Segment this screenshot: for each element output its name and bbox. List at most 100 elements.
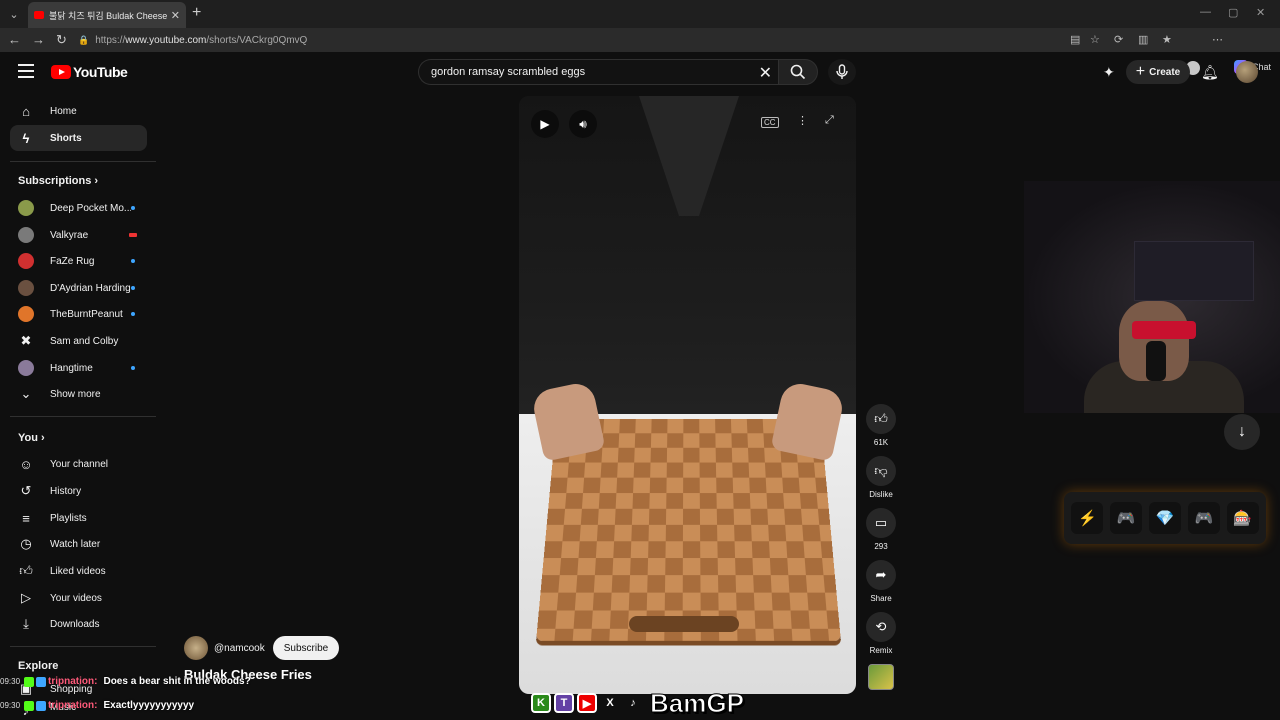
sidebar-item-subscription[interactable]: ✖ Sam and Colby <box>10 328 147 354</box>
you-heading[interactable]: You › <box>18 432 45 444</box>
studio-icon[interactable]: ✦ <box>1103 64 1115 81</box>
kick-badge-icon <box>24 676 35 687</box>
next-short-button[interactable]: ↓ <box>1224 414 1260 450</box>
subscribe-button[interactable]: Subscribe <box>272 636 340 660</box>
fullscreen-icon[interactable]: ⤢ <box>825 114 834 127</box>
diamond-emote-icon: 💎 <box>1148 502 1181 534</box>
short-video-player[interactable]: ▶ 🔊︎ CC ⋮ ⤢ <box>519 96 856 694</box>
sidebar-divider <box>10 161 156 162</box>
remix-icon: ⟲ <box>866 612 896 642</box>
chevron-right-icon: › <box>94 175 99 187</box>
your-videos-icon: ▷ <box>21 590 31 605</box>
create-label: Create <box>1149 66 1181 78</box>
sidebar-item-subscription[interactable]: Deep Pocket Mo... <box>10 195 147 221</box>
subscriptions-heading[interactable]: Subscriptions › <box>18 175 98 187</box>
back-icon[interactable]: ← <box>8 32 21 47</box>
search-button[interactable] <box>778 59 818 85</box>
forward-icon[interactable]: → <box>32 32 45 47</box>
sidebar-item-label: FaZe Rug <box>50 255 95 267</box>
tab-actions-icon[interactable]: ⌄ <box>4 4 24 24</box>
favorite-star-icon[interactable]: ☆ <box>1090 33 1100 46</box>
chat-time: 09:30 <box>0 701 21 710</box>
extensions-icon[interactable]: ⟳ <box>1114 33 1123 46</box>
chat-username: tripnation: <box>48 676 98 687</box>
webcam-bandana <box>1132 321 1196 339</box>
new-content-dot <box>131 312 135 316</box>
new-tab-icon[interactable]: + <box>192 4 201 22</box>
kick-icon: K <box>531 693 551 713</box>
channel-avatar <box>18 253 34 269</box>
arrow-down-icon: ↓ <box>1238 423 1246 440</box>
controller-emote-icon: 🎮 <box>1110 502 1143 534</box>
favorites-icon[interactable]: ★ <box>1162 33 1172 46</box>
new-content-dot <box>131 206 135 210</box>
reader-icon[interactable]: ▤ <box>1070 33 1080 46</box>
sidebar-item-your-channel[interactable]: ☺ Your channel <box>10 451 147 477</box>
new-content-dot <box>131 366 135 370</box>
sidebar-item-label: Watch later <box>50 538 101 550</box>
live-indicator-icon <box>129 233 137 237</box>
like-count: 61K <box>873 438 889 447</box>
emote-bar-overlay: ⚡ 🎮 💎 🎮 🎰 <box>1064 492 1266 544</box>
sidebar-item-subscription[interactable]: TheBurntPeanut <box>10 301 147 327</box>
notifications-bell-icon[interactable]: 🔔︎ <box>1201 64 1219 81</box>
sidebar-item-subscription[interactable]: Valkyrae <box>10 222 147 248</box>
url-path: /shorts/VACkrg0QmvQ <box>206 34 308 46</box>
remix-button[interactable]: ⟲ Remix <box>864 612 898 655</box>
sidebar-item-label: Home <box>50 105 77 117</box>
sidebar-item-label: Shorts <box>50 132 82 144</box>
share-button[interactable]: ➦ Share <box>864 560 898 603</box>
channel-handle[interactable]: @namcook <box>214 643 265 654</box>
more-options-icon[interactable]: ⋮ <box>797 114 808 127</box>
voice-search-button[interactable] <box>828 59 856 85</box>
twitch-icon: T <box>554 693 574 713</box>
comments-button[interactable]: ▭ 293 <box>864 508 898 551</box>
sidebar-item-history[interactable]: ↺ History <box>10 478 147 504</box>
sidebar-item-subscription[interactable]: Hangtime <box>10 355 147 381</box>
refresh-icon[interactable]: ↻ <box>56 32 67 48</box>
dislike-button[interactable]: 👎︎ Dislike <box>864 456 898 499</box>
sidebar-item-shorts[interactable]: ϟ Shorts <box>10 125 147 151</box>
sidebar-item-label: Valkyrae <box>50 229 89 241</box>
maximize-icon[interactable]: ▢ <box>1228 6 1238 19</box>
sidebar-item-liked-videos[interactable]: 👍︎ Liked videos <box>10 558 147 584</box>
youtube-header: YouTube gordon ramsay scrambled eggs ✕ ✦… <box>0 52 1280 92</box>
channel-avatar[interactable] <box>184 636 208 660</box>
volume-icon[interactable]: 🔊︎ <box>569 110 597 138</box>
youtube-play-icon <box>51 65 71 79</box>
sidebar-item-downloads[interactable]: ⤓ Downloads <box>10 611 147 637</box>
sidebar-show-more[interactable]: ⌄ Show more <box>10 381 147 407</box>
sound-thumbnail[interactable] <box>868 664 894 690</box>
browser-tab[interactable]: 불닭 치즈 튀김 Buldak Cheese Fries ✕ <box>28 2 186 28</box>
split-screen-icon[interactable]: ▥ <box>1138 33 1148 46</box>
captions-icon[interactable]: CC <box>761 117 779 128</box>
account-avatar[interactable] <box>1236 61 1258 83</box>
x-icon: X <box>606 697 614 709</box>
sidebar-item-subscription[interactable]: D'Aydrian Harding <box>10 275 147 301</box>
sidebar-item-label: History <box>50 485 82 497</box>
channel-avatar <box>18 227 34 243</box>
sidebar-item-watch-later[interactable]: ◷ Watch later <box>10 531 147 557</box>
more-menu-icon[interactable]: ⋯ <box>1212 33 1223 46</box>
sidebar-item-playlists[interactable]: ≡ Playlists <box>10 505 147 531</box>
url-field[interactable]: 🔒 https://www.youtube.com/shorts/VACkrg0… <box>78 31 1078 49</box>
hamburger-menu-icon[interactable] <box>18 64 34 78</box>
youtube-logo[interactable]: YouTube <box>51 64 128 80</box>
search-input[interactable]: gordon ramsay scrambled eggs ✕ <box>418 59 778 85</box>
clear-search-icon[interactable]: ✕ <box>759 63 772 83</box>
comment-icon: ▭ <box>866 508 896 538</box>
sidebar-item-home[interactable]: ⌂ Home <box>10 98 147 124</box>
sidebar-item-subscription[interactable]: FaZe Rug <box>10 248 147 274</box>
minimize-icon[interactable]: — <box>1200 6 1211 18</box>
sub-badge-icon <box>36 676 47 687</box>
dislike-label: Dislike <box>869 490 893 499</box>
share-label: Share <box>870 594 892 603</box>
sidebar-item-your-videos[interactable]: ▷ Your videos <box>10 585 147 611</box>
like-button[interactable]: 👍︎ 61K <box>864 404 898 447</box>
create-button[interactable]: + Create <box>1126 60 1190 84</box>
window-close-icon[interactable]: ✕ <box>1256 6 1265 19</box>
play-icon[interactable]: ▶ <box>531 110 559 138</box>
search-query: gordon ramsay scrambled eggs <box>431 66 586 78</box>
chat-text: Does a bear shit in the woods? <box>103 676 251 687</box>
tab-close-icon[interactable]: ✕ <box>171 9 180 22</box>
